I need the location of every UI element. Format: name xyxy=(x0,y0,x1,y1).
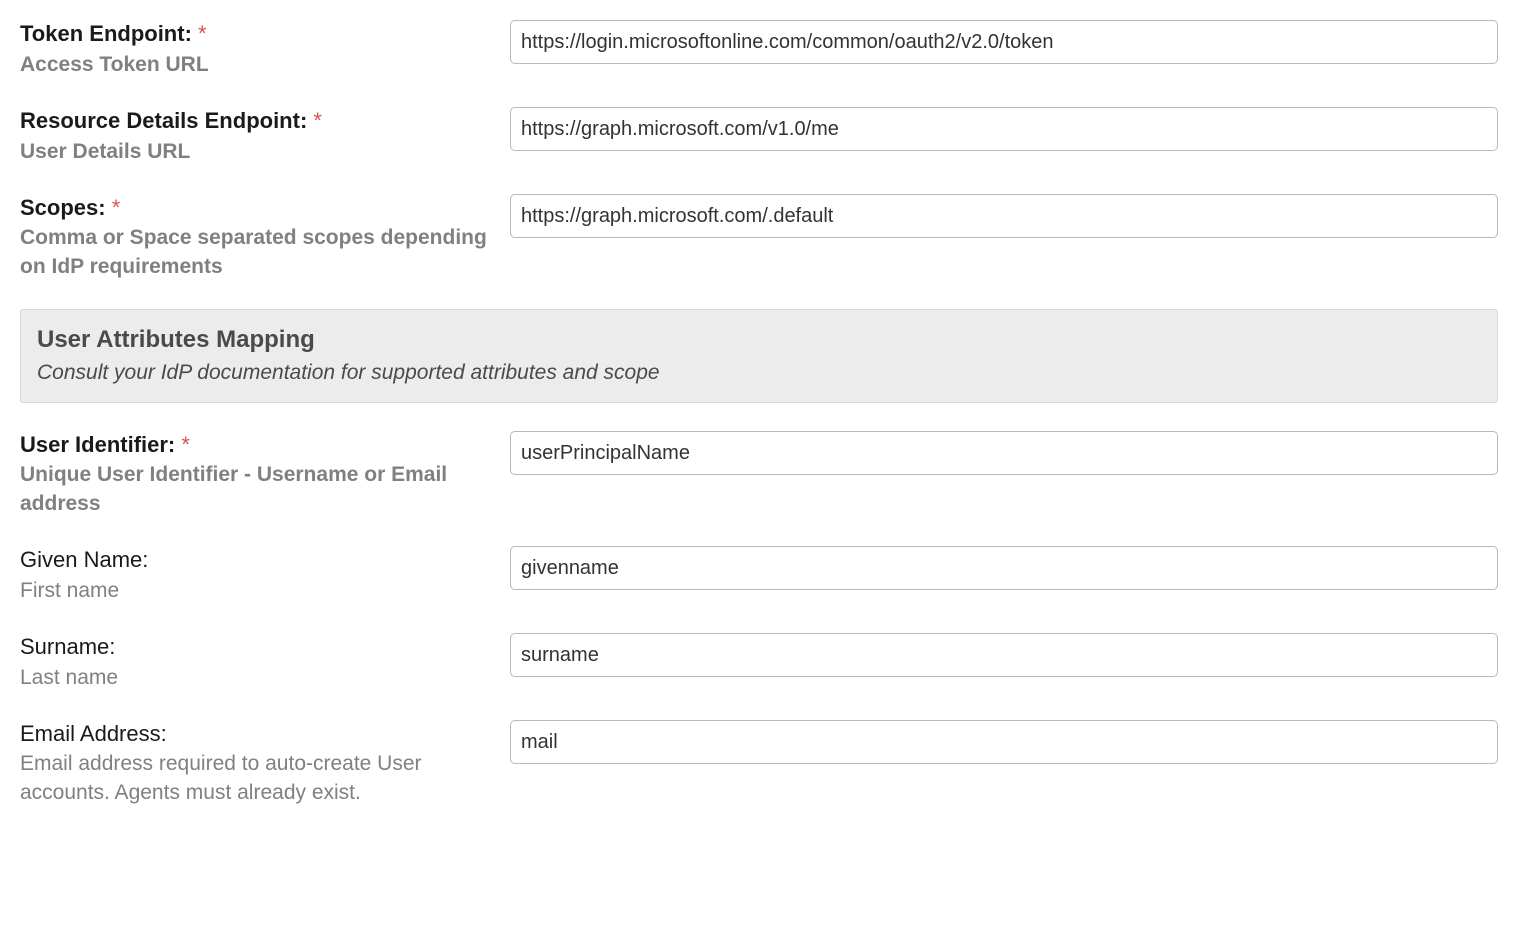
section-subtitle: Consult your IdP documentation for suppo… xyxy=(37,359,1481,387)
email-sublabel: Email address required to auto-create Us… xyxy=(20,750,490,807)
user-identifier-row: User Identifier: * Unique User Identifie… xyxy=(20,431,1498,518)
surname-input[interactable] xyxy=(510,633,1498,677)
scopes-sublabel: Comma or Space separated scopes dependin… xyxy=(20,224,490,281)
required-indicator: * xyxy=(112,195,121,220)
email-label-col: Email Address: Email address required to… xyxy=(20,720,510,807)
surname-input-col xyxy=(510,633,1498,677)
scopes-row: Scopes: * Comma or Space separated scope… xyxy=(20,194,1498,281)
resource-endpoint-label: Resource Details Endpoint: * xyxy=(20,107,490,136)
given-name-row: Given Name: First name xyxy=(20,546,1498,605)
required-indicator: * xyxy=(313,108,322,133)
resource-endpoint-label-text: Resource Details Endpoint: xyxy=(20,108,307,133)
surname-row: Surname: Last name xyxy=(20,633,1498,692)
given-name-sublabel: First name xyxy=(20,577,490,605)
email-input[interactable] xyxy=(510,720,1498,764)
token-endpoint-label-col: Token Endpoint: * Access Token URL xyxy=(20,20,510,79)
resource-endpoint-input-col xyxy=(510,107,1498,151)
token-endpoint-sublabel: Access Token URL xyxy=(20,51,490,79)
user-identifier-input-col xyxy=(510,431,1498,475)
required-indicator: * xyxy=(198,21,207,46)
token-endpoint-input-col xyxy=(510,20,1498,64)
given-name-label: Given Name: xyxy=(20,546,490,575)
email-label: Email Address: xyxy=(20,720,490,749)
given-name-input[interactable] xyxy=(510,546,1498,590)
resource-endpoint-row: Resource Details Endpoint: * User Detail… xyxy=(20,107,1498,166)
user-identifier-sublabel: Unique User Identifier - Username or Ema… xyxy=(20,461,490,518)
section-title: User Attributes Mapping xyxy=(37,324,1481,355)
surname-label-col: Surname: Last name xyxy=(20,633,510,692)
surname-sublabel: Last name xyxy=(20,664,490,692)
email-row: Email Address: Email address required to… xyxy=(20,720,1498,807)
scopes-label-text: Scopes: xyxy=(20,195,106,220)
email-input-col xyxy=(510,720,1498,764)
given-name-input-col xyxy=(510,546,1498,590)
token-endpoint-label-text: Token Endpoint: xyxy=(20,21,192,46)
user-identifier-input[interactable] xyxy=(510,431,1498,475)
scopes-label: Scopes: * xyxy=(20,194,490,223)
user-identifier-label-text: User Identifier: xyxy=(20,432,175,457)
token-endpoint-row: Token Endpoint: * Access Token URL xyxy=(20,20,1498,79)
scopes-input[interactable] xyxy=(510,194,1498,238)
given-name-label-col: Given Name: First name xyxy=(20,546,510,605)
user-identifier-label-col: User Identifier: * Unique User Identifie… xyxy=(20,431,510,518)
user-attributes-mapping-section: User Attributes Mapping Consult your IdP… xyxy=(20,309,1498,403)
resource-endpoint-input[interactable] xyxy=(510,107,1498,151)
required-indicator: * xyxy=(181,432,190,457)
user-identifier-label: User Identifier: * xyxy=(20,431,490,460)
resource-endpoint-sublabel: User Details URL xyxy=(20,138,490,166)
surname-label: Surname: xyxy=(20,633,490,662)
scopes-label-col: Scopes: * Comma or Space separated scope… xyxy=(20,194,510,281)
token-endpoint-label: Token Endpoint: * xyxy=(20,20,490,49)
resource-endpoint-label-col: Resource Details Endpoint: * User Detail… xyxy=(20,107,510,166)
token-endpoint-input[interactable] xyxy=(510,20,1498,64)
scopes-input-col xyxy=(510,194,1498,238)
